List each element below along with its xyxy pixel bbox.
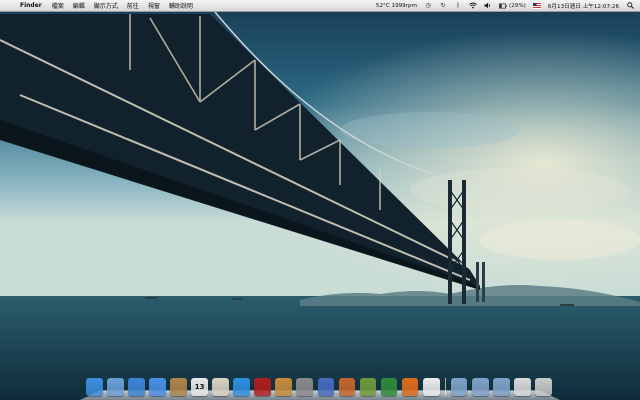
menu-clock[interactable]: 6月13日週日 上午12:07:26 (548, 2, 619, 10)
time-machine-icon[interactable]: ◷ (424, 2, 432, 10)
menu-go[interactable]: 前往 (127, 1, 139, 10)
script-editor-icon[interactable] (317, 378, 335, 396)
screenshot-stack-icon[interactable] (513, 378, 531, 396)
firefox-icon[interactable] (401, 378, 419, 396)
menu-window[interactable]: 視窗 (148, 1, 160, 10)
spotlight-search-icon[interactable] (626, 2, 634, 10)
trash-icon[interactable] (534, 378, 552, 396)
menu-app-name[interactable]: Finder (20, 2, 42, 9)
finder-icon[interactable] (86, 378, 103, 396)
bluetooth-icon[interactable]: ᛒ (454, 2, 462, 10)
menu-view[interactable]: 顯示方式 (94, 1, 118, 10)
ical-icon[interactable]: 13 (191, 378, 208, 396)
battery-icon[interactable] (499, 2, 507, 10)
applications-folder-icon[interactable] (450, 378, 468, 396)
system-preferences-icon[interactable] (296, 378, 314, 396)
safari-icon[interactable] (128, 378, 145, 396)
volume-icon[interactable] (484, 2, 492, 10)
preview-icon[interactable] (107, 378, 124, 396)
input-source-flag-icon[interactable] (532, 2, 541, 10)
dvd-player-icon[interactable] (254, 378, 272, 396)
dock-separator (444, 378, 446, 396)
itunes-icon[interactable] (233, 378, 251, 396)
textedit-icon[interactable] (422, 378, 440, 396)
activity-monitor-icon[interactable] (380, 378, 398, 396)
menu-edit[interactable]: 編輯 (73, 1, 85, 10)
address-book-icon[interactable] (170, 378, 187, 396)
menu-help[interactable]: 輔助說明 (169, 1, 193, 10)
automator-icon[interactable] (359, 378, 377, 396)
battery-percentage[interactable]: (29%) (509, 3, 526, 9)
ichat-icon[interactable] (149, 378, 166, 396)
sync-icon[interactable]: ↻ (439, 2, 447, 10)
mail-stamp-icon[interactable] (338, 378, 356, 396)
menu-bar: Finder 檔案 編輯 顯示方式 前往 視窗 輔助說明 52°C 1999rp… (0, 0, 640, 12)
dock: 13 (80, 366, 560, 400)
documents-folder-icon[interactable] (471, 378, 489, 396)
iphoto-icon[interactable] (212, 378, 230, 396)
menu-file[interactable]: 檔案 (52, 1, 64, 10)
desktop-wallpaper (0, 0, 640, 400)
temperature-fan-status[interactable]: 52°C 1999rpm (376, 3, 417, 9)
dock-icons: 13 (86, 370, 556, 396)
iphoto-library-icon[interactable] (275, 378, 293, 396)
wifi-icon[interactable] (469, 2, 477, 10)
downloads-folder-icon[interactable] (492, 378, 510, 396)
